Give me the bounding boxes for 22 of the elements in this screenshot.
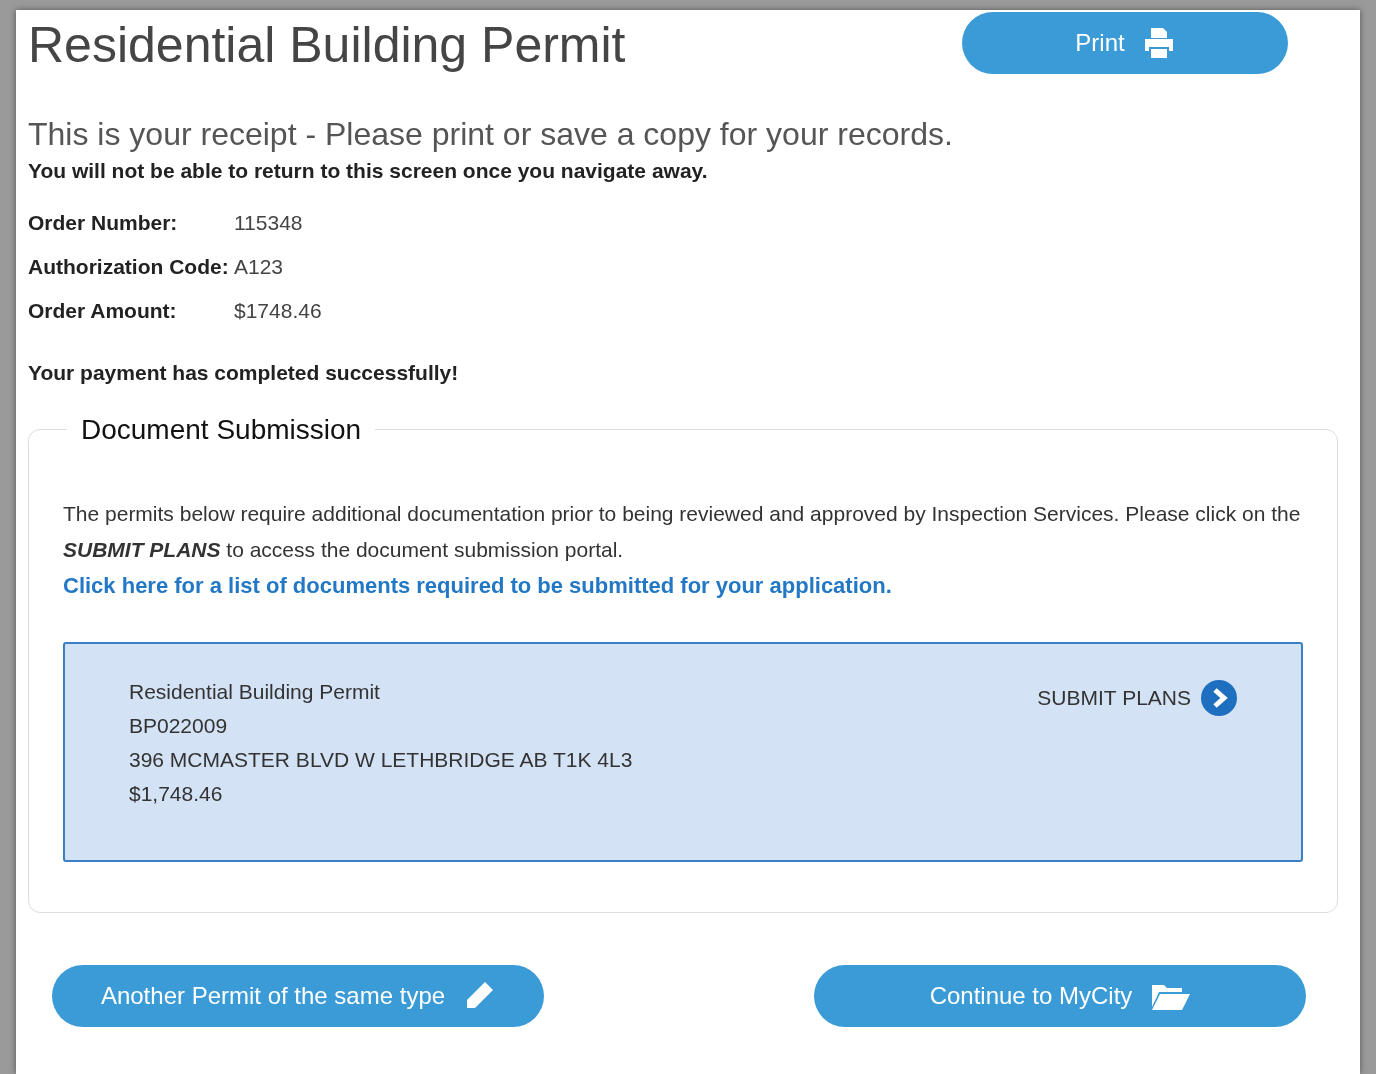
permit-detail: Residential Building Permit [129, 680, 381, 704]
print-button[interactable]: Print [962, 12, 1288, 74]
success-message: Your payment has completed successfully! [28, 361, 460, 385]
detail-label: Order Number: [28, 211, 179, 235]
chevron-circle-icon [1201, 680, 1237, 716]
intro-text: The permits below require additional documentation prior to being reviewed and approved by Inspection Services. Please click on the SUBMIT PLANS to access the document submission portal. [63, 501, 1302, 563]
detail-value: 115348 [234, 211, 303, 235]
page-title: Residential Building Permit [28, 16, 626, 74]
receipt-heading: This is your receipt - Please print or save a copy for your records. [28, 116, 954, 153]
permit-detail: BP022009 [129, 714, 229, 738]
submit-plans-link[interactable]: SUBMIT PLANS [1037, 680, 1237, 716]
warning-text: You will not be able to return to this screen once you navigate away. [28, 159, 709, 183]
permit-detail: 396 MCMASTER BLVD W LETHBRIDGE AB T1K 4L3 [129, 748, 633, 772]
detail-label: Order Amount: [28, 299, 178, 323]
detail-value: A123 [234, 255, 284, 279]
detail-label: Authorization Code: [28, 255, 230, 279]
another-permit-button[interactable]: Another Permit of the same type [52, 965, 544, 1027]
permit-detail: $1,748.46 [129, 782, 224, 806]
detail-value: $1748.46 [234, 299, 322, 323]
printer-icon [1142, 28, 1175, 58]
documents-link[interactable]: Click here for a list of documents required to be submitted for your application. [63, 568, 892, 604]
continue-button[interactable]: Continue to MyCity [814, 965, 1306, 1027]
